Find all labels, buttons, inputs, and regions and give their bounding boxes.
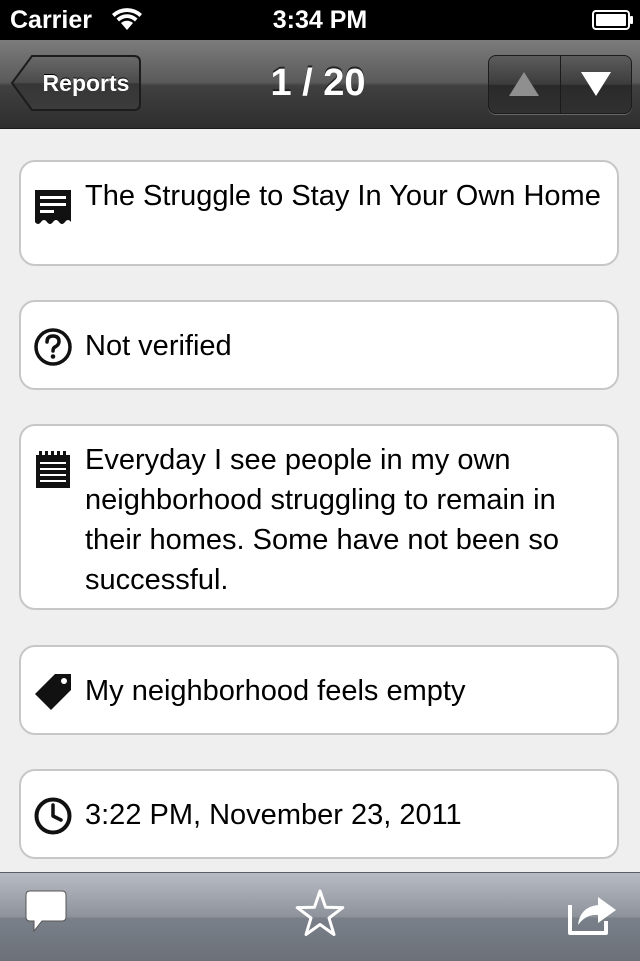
previous-report-button[interactable]	[489, 56, 559, 113]
arrow-down-icon	[581, 72, 611, 96]
bottom-toolbar	[0, 872, 640, 961]
battery-icon	[592, 10, 633, 30]
description-card: Everyday I see people in my own neighbor…	[19, 424, 619, 610]
report-title: The Struggle to Stay In Your Own Home	[85, 180, 601, 212]
star-icon[interactable]	[292, 887, 348, 943]
tag-icon	[35, 674, 71, 710]
back-button[interactable]: Reports	[10, 54, 142, 112]
verification-card: Not verified	[19, 300, 619, 390]
share-icon[interactable]	[566, 887, 622, 943]
report-date: 3:22 PM, November 23, 2011	[85, 799, 462, 831]
back-button-label: Reports	[42, 70, 130, 96]
receipt-icon	[35, 190, 71, 224]
date-card: 3:22 PM, November 23, 2011	[19, 769, 619, 859]
report-position: 1 / 20	[270, 62, 366, 104]
category-card: My neighborhood feels empty	[19, 645, 619, 735]
clock-icon	[34, 797, 72, 835]
arrow-up-icon	[509, 72, 539, 96]
report-description: Everyday I see people in my own neighbor…	[85, 444, 559, 596]
navigation-bar: Reports 1 / 20	[0, 40, 640, 129]
speech-bubble-icon[interactable]	[20, 887, 76, 943]
status-bar: Carrier 3:34 PM	[0, 0, 640, 40]
report-navigation-control	[488, 55, 632, 114]
next-report-button[interactable]	[560, 56, 631, 113]
status-time: 3:34 PM	[272, 6, 368, 34]
notepad-icon	[36, 451, 70, 488]
report-title-card: The Struggle to Stay In Your Own Home	[19, 160, 619, 266]
question-circle-icon	[34, 328, 72, 366]
report-detail: The Struggle to Stay In Your Own Home No…	[0, 129, 640, 872]
verification-status: Not verified	[85, 330, 232, 362]
report-category: My neighborhood feels empty	[85, 675, 466, 707]
